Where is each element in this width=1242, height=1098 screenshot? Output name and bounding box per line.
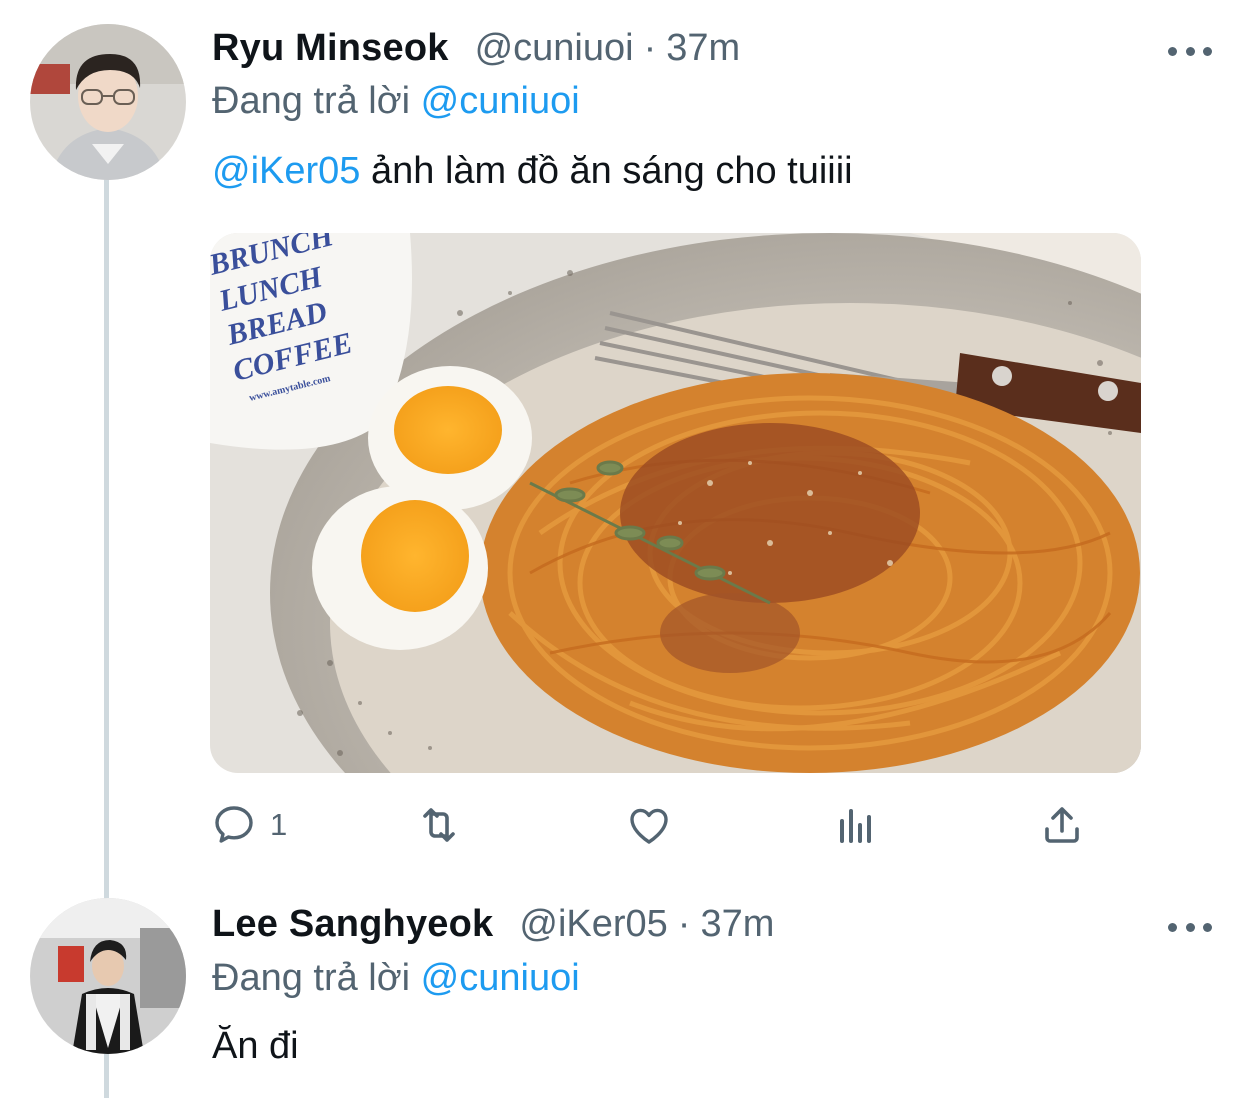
author-name[interactable]: Ryu Minseok xyxy=(212,27,449,70)
reply-button[interactable]: 1 xyxy=(210,800,287,850)
separator-dot: · xyxy=(643,27,657,69)
replying-to: Đang trả lời @cuniuoi xyxy=(212,80,580,123)
analytics-button[interactable] xyxy=(832,800,880,850)
tweet-header: Lee Sanghyeok @iKer05 · 37m xyxy=(212,903,774,946)
analytics-icon xyxy=(840,809,871,843)
share-button[interactable] xyxy=(1038,800,1086,850)
more-icon[interactable] xyxy=(1168,36,1212,66)
separator-dot: · xyxy=(677,903,691,945)
like-button[interactable] xyxy=(625,800,673,850)
avatar-lee-sanghyeok[interactable] xyxy=(30,898,186,1054)
tweet-text: @iKer05 ảnh làm đồ ăn sáng cho tuiiii xyxy=(212,150,853,193)
retweet-button[interactable] xyxy=(415,800,463,850)
avatar-ryu-minseok[interactable] xyxy=(30,24,186,180)
tweet-actions: 1 xyxy=(210,800,1090,850)
timestamp[interactable]: 37m xyxy=(666,27,740,70)
mention-link[interactable]: @iKer05 xyxy=(212,150,360,192)
more-icon[interactable] xyxy=(1168,912,1212,942)
replying-to-link[interactable]: @cuniuoi xyxy=(421,80,580,122)
timestamp[interactable]: 37m xyxy=(700,903,774,946)
replying-to-link[interactable]: @cuniuoi xyxy=(421,957,580,999)
share-icon xyxy=(1045,807,1079,843)
replying-to-prefix: Đang trả lời xyxy=(212,80,411,122)
replying-to: Đang trả lời @cuniuoi xyxy=(212,957,580,1000)
reply-icon xyxy=(215,806,253,843)
tweet-header: Ryu Minseok @cuniuoi · 37m xyxy=(212,27,740,70)
retweet-icon xyxy=(423,808,455,842)
replying-to-prefix: Đang trả lời xyxy=(212,957,411,999)
tweet-body: ảnh làm đồ ăn sáng cho tuiiii xyxy=(360,150,853,192)
author-handle[interactable]: @cuniuoi xyxy=(475,27,634,70)
tweet-text: Ăn đi xyxy=(212,1025,299,1067)
like-icon xyxy=(630,808,668,844)
reply-count: 1 xyxy=(270,807,288,842)
author-handle[interactable]: @iKer05 xyxy=(519,903,667,946)
tweet-media-image[interactable]: BRUNCH LUNCH BREAD COFFEE www.amytable.c… xyxy=(210,233,1141,773)
author-name[interactable]: Lee Sanghyeok xyxy=(212,903,493,946)
